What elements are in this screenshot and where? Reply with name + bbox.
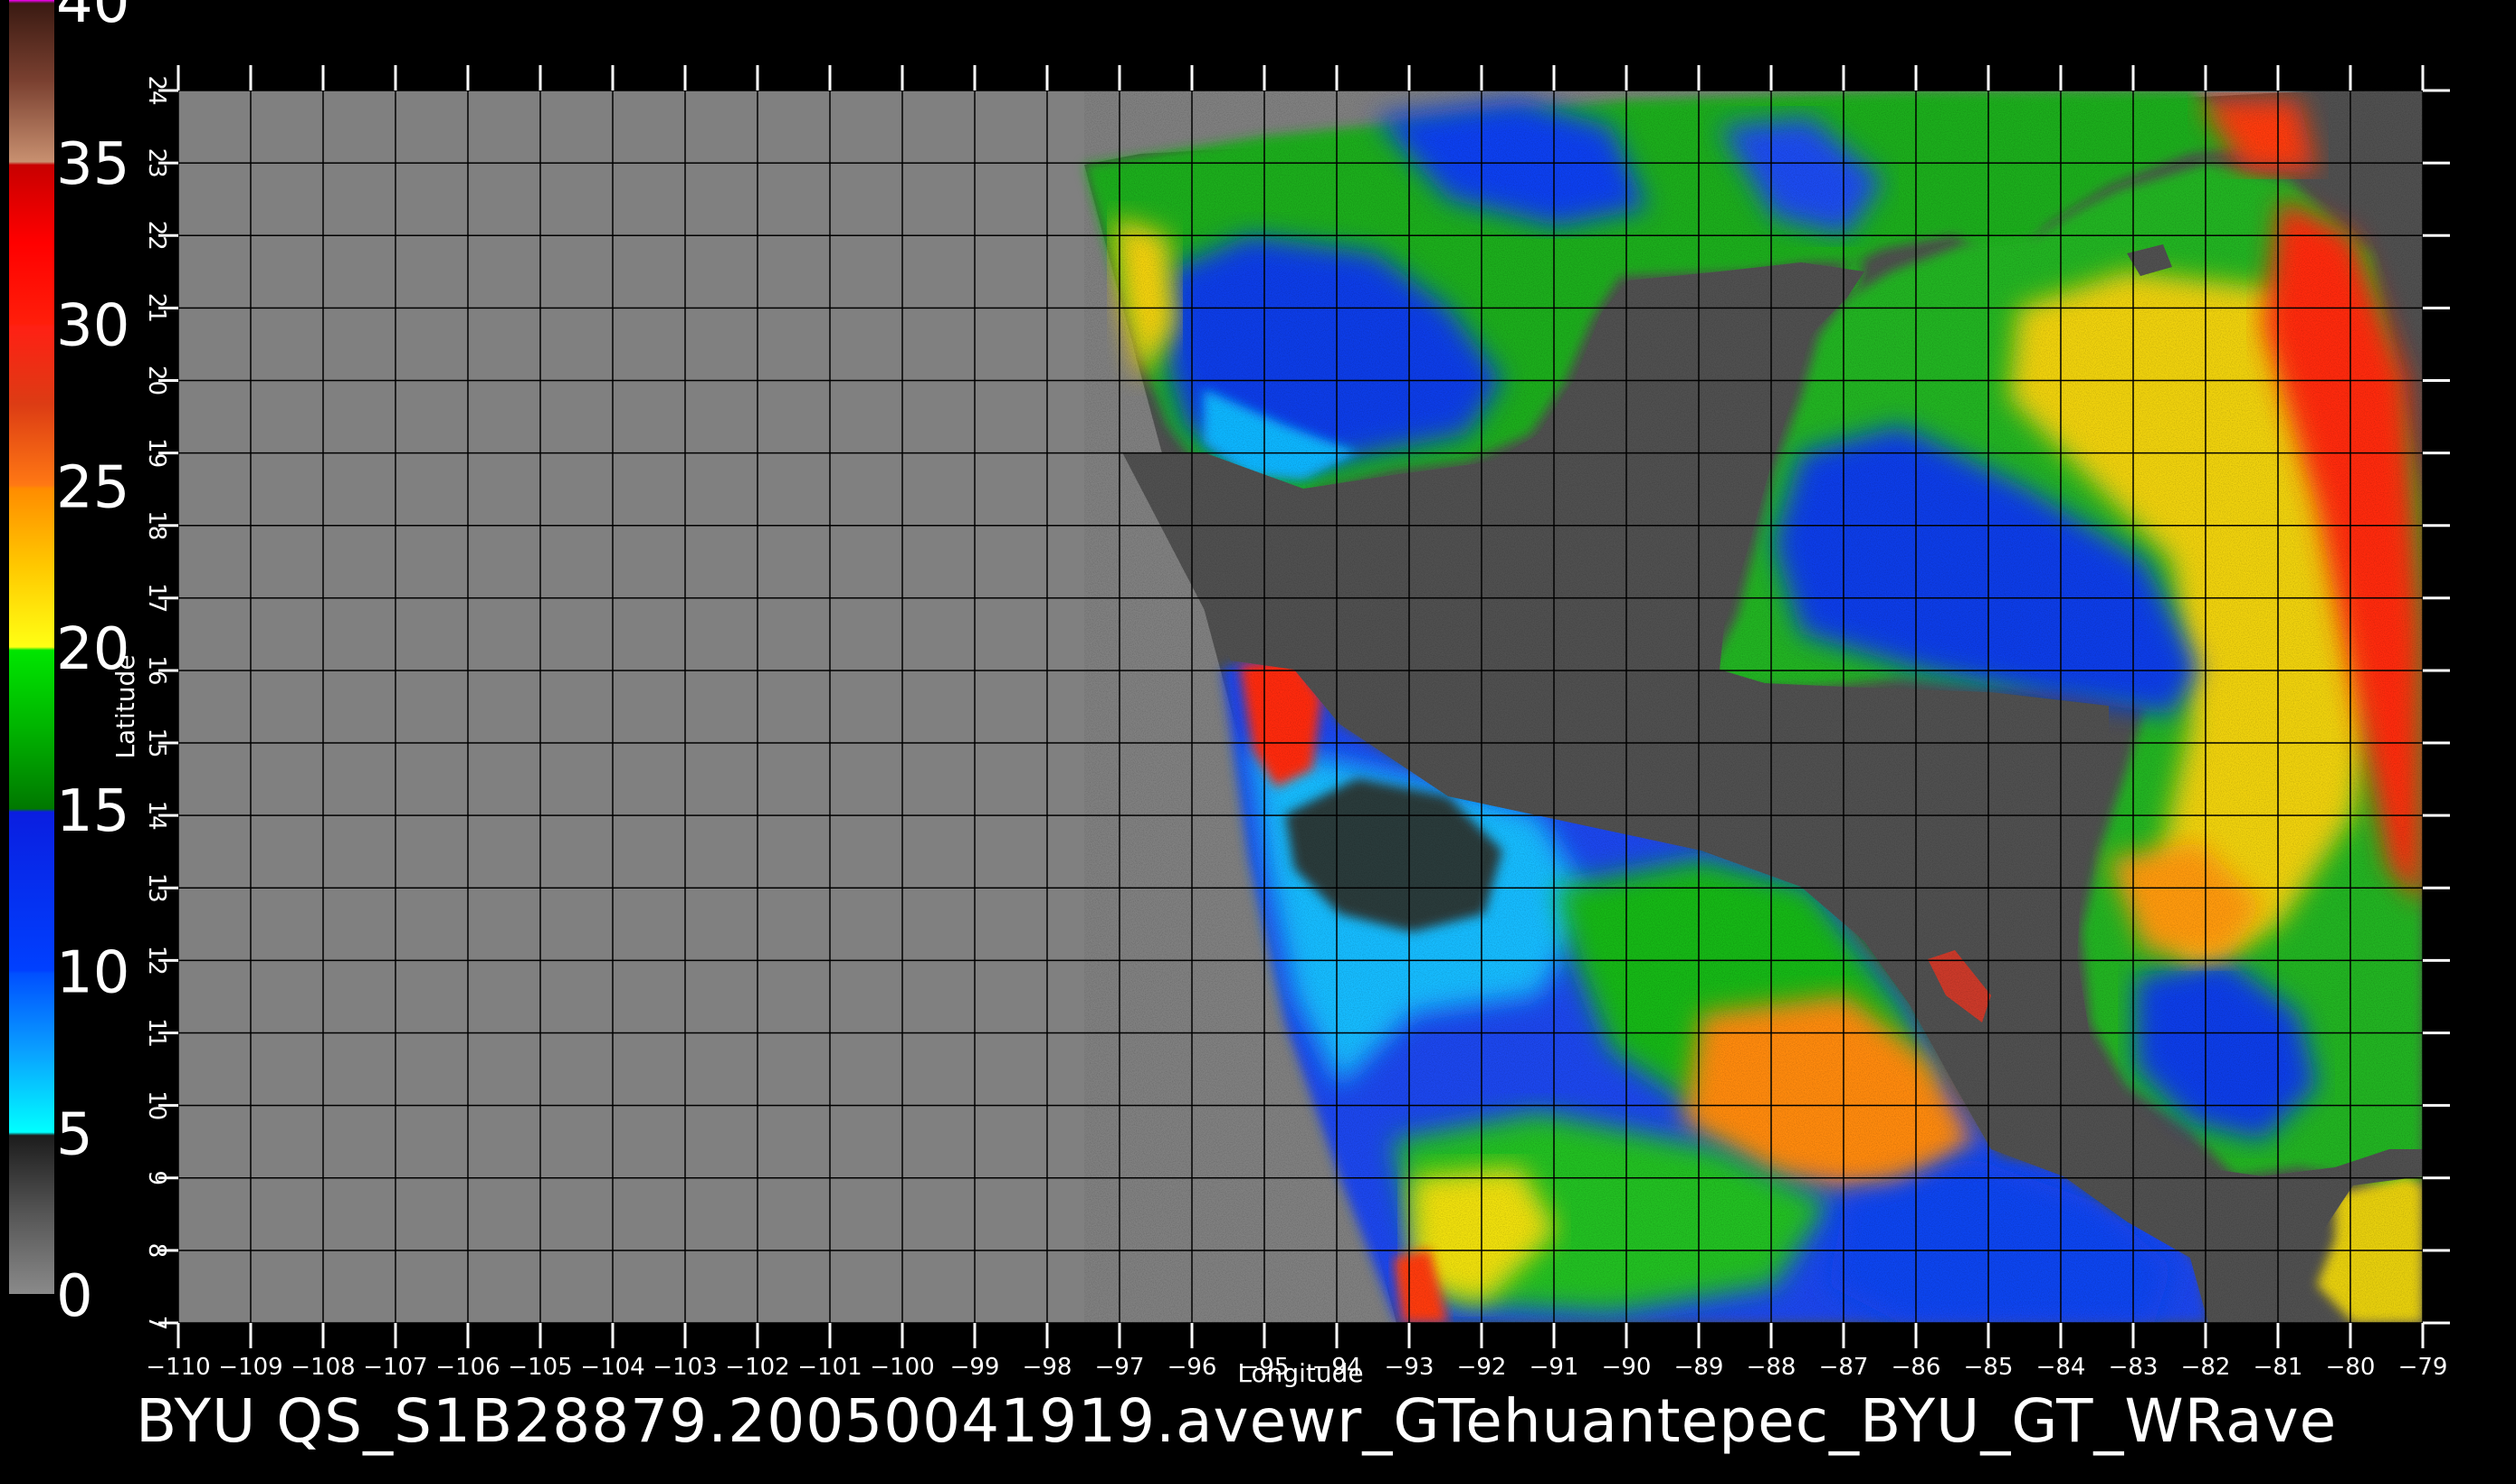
colorbar-label: 35	[56, 131, 129, 198]
y-tick-label: 14	[143, 801, 170, 831]
x-tick-label: −109	[218, 1354, 282, 1381]
x-tick-label: −88	[1747, 1354, 1796, 1381]
x-tick-label: −90	[1602, 1354, 1652, 1381]
wind-speed-map-figure: 0 5 10 15 20 25 30 35 40 −110 −109 −108 −107 −10…	[9, 0, 2450, 1456]
x-tick-label: −104	[580, 1354, 644, 1381]
x-tick-label: −106	[435, 1354, 500, 1381]
x-tick-label: −98	[1023, 1354, 1072, 1381]
y-tick-label: 15	[143, 728, 170, 758]
colorbar-strip	[9, 0, 54, 1294]
y-tick-label: 12	[143, 946, 170, 975]
x-tick-label: −91	[1530, 1354, 1579, 1381]
wind-vector-texture	[1084, 90, 2423, 1323]
x-tick-label: −97	[1095, 1354, 1145, 1381]
y-tick-label: 23	[143, 148, 170, 178]
x-tick-label: −87	[1819, 1354, 1869, 1381]
figure-title: BYU QS_S1B28879.20050041919.avewr_GTehua…	[136, 1386, 2337, 1456]
x-axis-title: Longitude	[1237, 1358, 1363, 1388]
y-tick-label: 16	[143, 655, 170, 685]
y-tick-label: 17	[143, 583, 170, 613]
x-tick-label: −86	[1892, 1354, 1941, 1381]
x-tick-label: −101	[797, 1354, 862, 1381]
x-tick-label: −79	[2398, 1354, 2448, 1381]
y-tick-label: 7	[143, 1316, 170, 1331]
y-tick-label: 19	[143, 438, 170, 468]
x-tick-label: −99	[950, 1354, 1000, 1381]
x-tick-label: −84	[2036, 1354, 2086, 1381]
y-tick-label: 21	[143, 293, 170, 323]
swath-layer	[1084, 90, 2423, 1323]
x-tick-label: −80	[2326, 1354, 2376, 1381]
colorbar-label: 5	[56, 1101, 93, 1168]
y-axis-title: Latitude	[110, 654, 140, 758]
x-tick-label: −110	[146, 1354, 210, 1381]
x-tick-label: −100	[870, 1354, 934, 1381]
x-tick-label: −107	[363, 1354, 427, 1381]
y-tick-label: 13	[143, 873, 170, 903]
y-tick-label: 18	[143, 510, 170, 540]
y-tick-label: 22	[143, 221, 170, 251]
y-tick-label: 20	[143, 366, 170, 395]
x-tick-label: −105	[508, 1354, 572, 1381]
x-tick-label: −93	[1385, 1354, 1434, 1381]
y-tick-label: 11	[143, 1018, 170, 1048]
colorbar-label: 10	[56, 940, 129, 1007]
colorbar-label: 25	[56, 454, 129, 521]
y-tick-label: 8	[143, 1243, 170, 1259]
y-tick-label: 24	[143, 75, 170, 105]
map-plot: −110 −109 −108 −107 −106 −105 −104 −103 −102 −101…	[110, 65, 2450, 1388]
x-tick-label: −83	[2109, 1354, 2159, 1381]
x-tick-label: −103	[653, 1354, 717, 1381]
x-tick-label: −102	[725, 1354, 789, 1381]
y-tick-label: 10	[143, 1090, 170, 1120]
x-tick-label: −108	[291, 1354, 355, 1381]
x-tick-label: −82	[2181, 1354, 2231, 1381]
x-tick-label: −89	[1674, 1354, 1724, 1381]
x-tick-label: −92	[1457, 1354, 1507, 1381]
colorbar-label: 0	[56, 1263, 93, 1330]
colorbar-label: 30	[56, 293, 129, 360]
y-tick-label: 9	[143, 1170, 170, 1185]
x-tick-label: −85	[1964, 1354, 2014, 1381]
colorbar-label: 15	[56, 778, 129, 845]
x-tick-label: −81	[2254, 1354, 2303, 1381]
x-tick-label: −96	[1167, 1354, 1217, 1381]
colorbar-label: 40	[56, 0, 129, 36]
